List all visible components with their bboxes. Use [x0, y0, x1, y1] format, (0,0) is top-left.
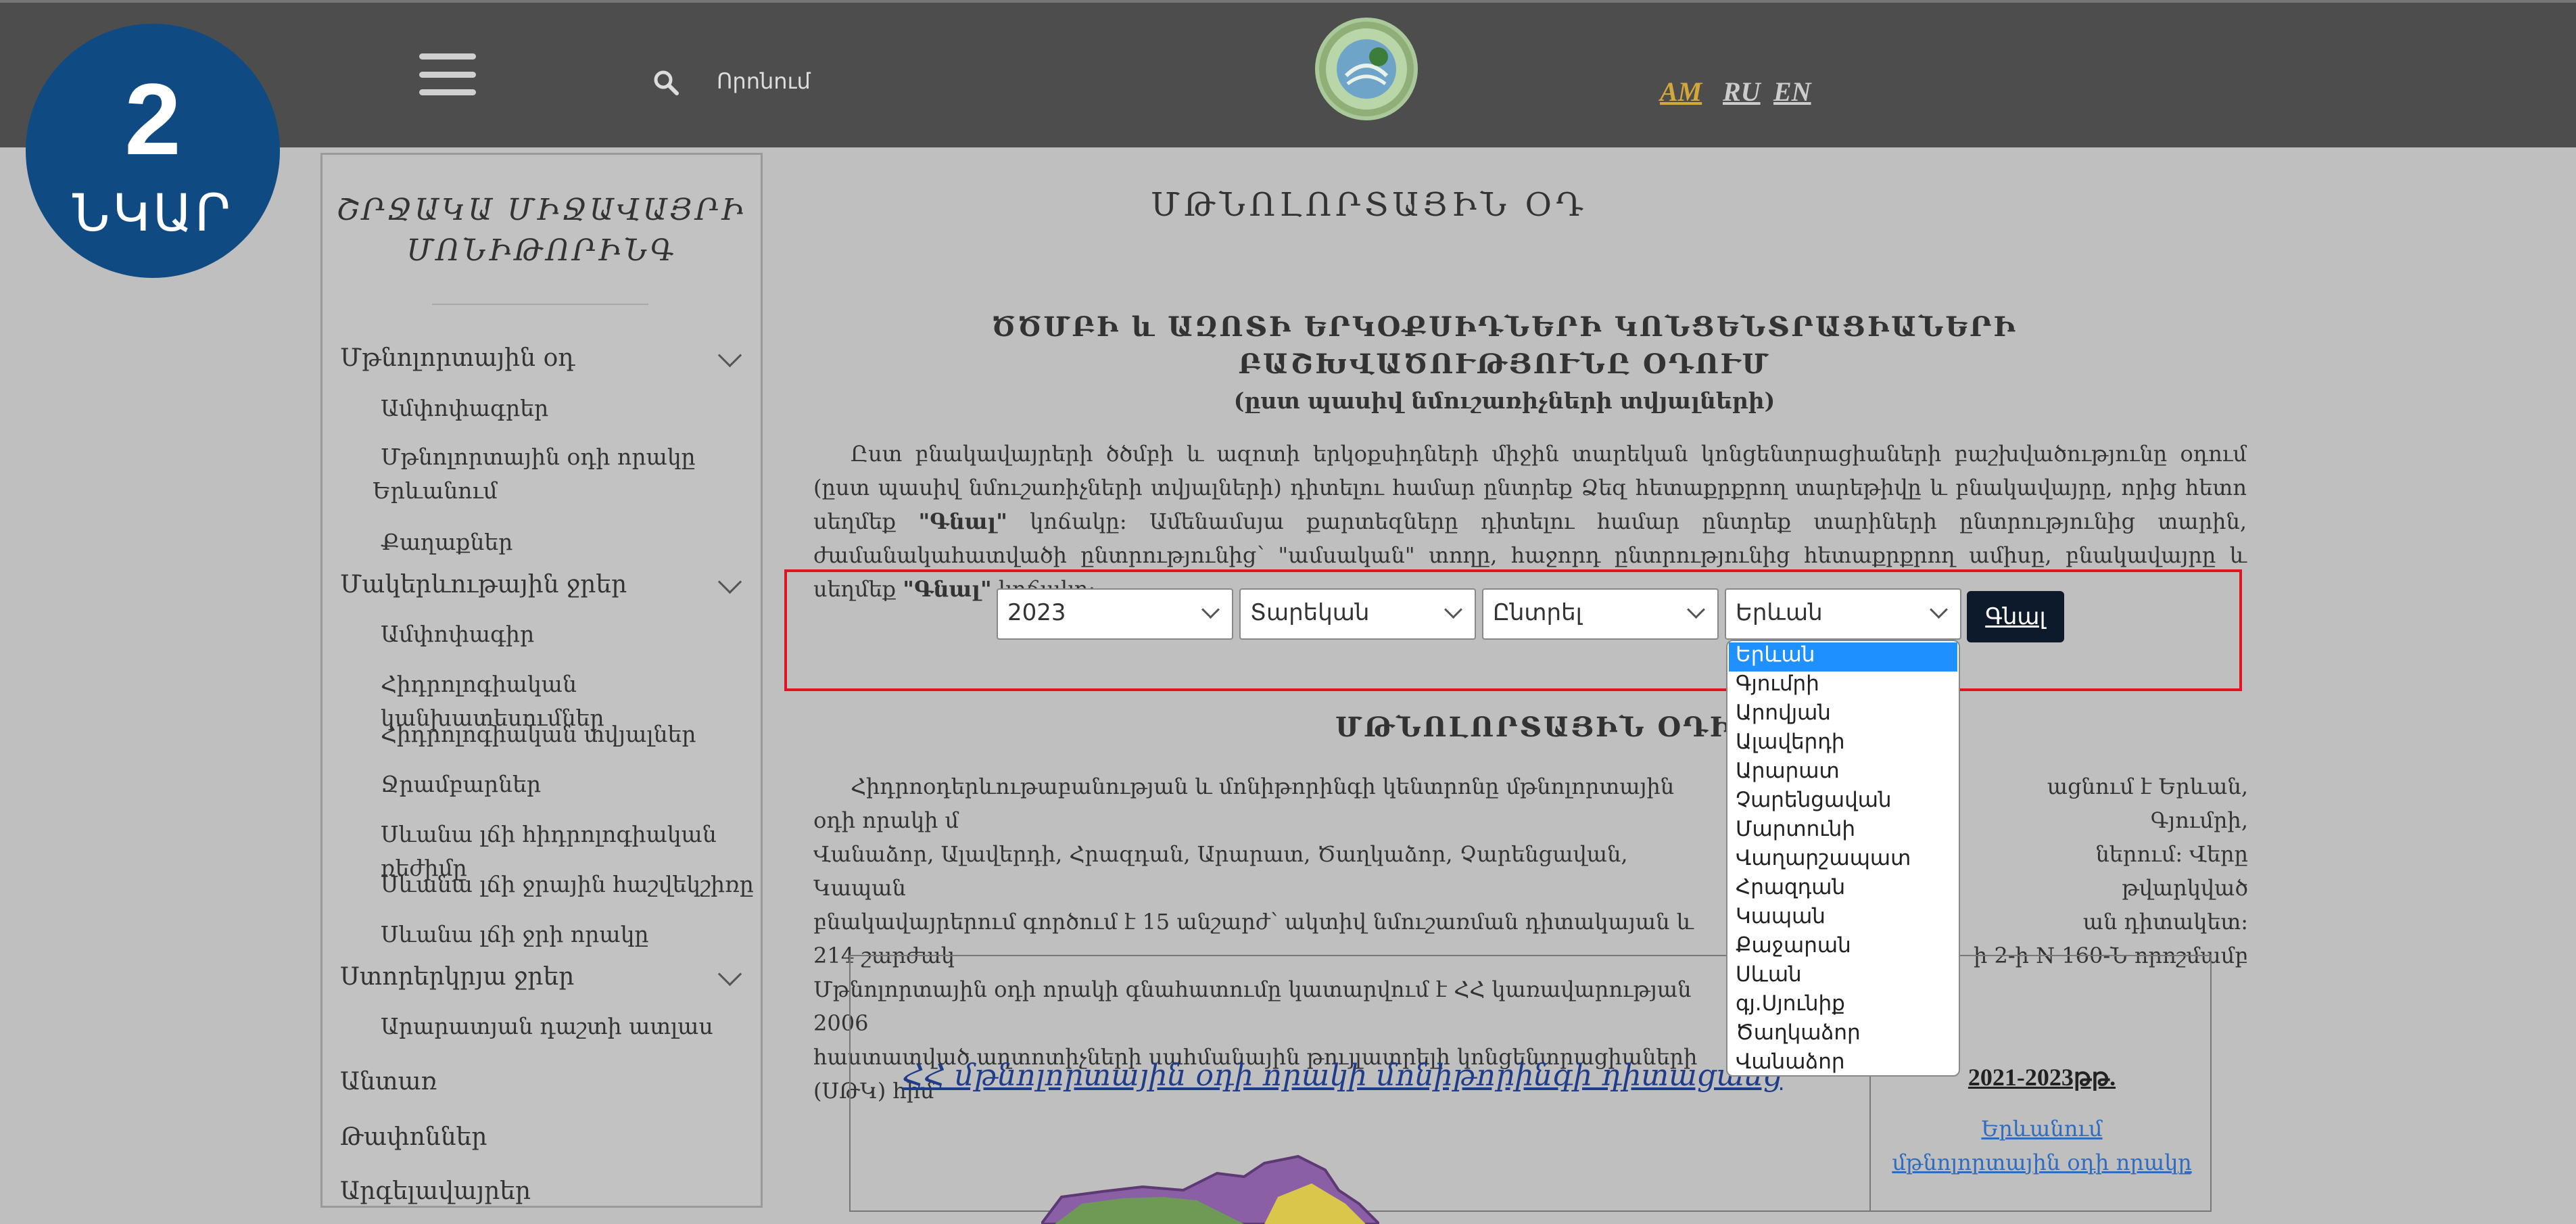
sidebar-title-line1: ՇՐՋԱԿԱ ՄԻՋԱՎԱՅՐԻ: [336, 193, 747, 227]
para2-line1a: Հիդրոօդերևութաբանության և մոնիթորինգի կե…: [813, 774, 1675, 833]
intro-go-ref1: "Գնալ": [918, 509, 1007, 534]
choose-select[interactable]: Ընտրել: [1482, 588, 1719, 640]
sidebar-title-line2: ՄՈՆԻԹՈՐԻՆԳ: [406, 233, 677, 268]
monitoring-network-link[interactable]: ՀՀ մթնոլորտային օդի որակի մոնիթորինգի դի…: [903, 1058, 1782, 1093]
city-option[interactable]: Վաղարշապատ: [1729, 846, 1957, 875]
figure-badge: 2 ՆԿԱՐ: [26, 24, 280, 278]
chevron-down-icon: [1444, 601, 1462, 619]
para2-line1b: ացնում է Երևան, Գյումրի,: [2047, 774, 2248, 833]
sidebar-subitem-sevan-balance[interactable]: Սևանա լճի ջրային հաշվեկշիռը: [381, 868, 754, 901]
sidebar-subitem-air-quality[interactable]: Մթնոլորտային օդի որակը: [381, 440, 696, 474]
city-option[interactable]: Կապան: [1729, 904, 1957, 933]
go-button[interactable]: Գնալ: [1967, 591, 2064, 642]
sidebar-item-forest[interactable]: Անտառ: [340, 1068, 437, 1096]
city-option[interactable]: Արովյան: [1729, 701, 1957, 730]
city-option[interactable]: Վանաձոր: [1729, 1050, 1957, 1075]
sidebar-subitem-summaries[interactable]: Ամփոփագրեր: [381, 392, 548, 425]
city-option[interactable]: Մարտունի: [1729, 817, 1957, 846]
period-select[interactable]: Տարեկան: [1239, 588, 1476, 640]
chevron-down-icon[interactable]: [717, 343, 742, 368]
city-select-value: Երևան: [1736, 599, 1823, 626]
sidebar-subitem-cities[interactable]: Քաղաքներ: [381, 525, 512, 559]
period-select-value: Տարեկան: [1250, 599, 1370, 626]
sidebar-item-waste[interactable]: Թափոններ: [340, 1123, 487, 1151]
badge-number: 2: [124, 62, 181, 176]
city-option[interactable]: Ալավերդի: [1729, 730, 1957, 759]
sidebar-subitem-air-quality-yerevan[interactable]: Երևանում: [373, 474, 498, 508]
lang-ru[interactable]: RU: [1723, 76, 1761, 108]
choose-select-value: Ընտրել: [1493, 599, 1582, 626]
section1-title-line1: ԾԾՄԲԻ և ԱԶՈՏԻ ԵՐԿՕՔՍԻԴՆԵՐԻ ԿՈՆՑԵՆՏՐԱՑԻԱՆ…: [991, 311, 2018, 343]
year-select-value: 2023: [1007, 599, 1066, 626]
city-option[interactable]: Հրազդան: [1729, 875, 1957, 904]
air-quality-paragraph-right: ացնում է Երևան, Գյումրի, ներում: Վերը թվ…: [1964, 770, 2248, 972]
city-option[interactable]: Երևան: [1729, 642, 1957, 672]
lang-en[interactable]: EN: [1773, 76, 1811, 108]
search-icon[interactable]: [652, 69, 679, 96]
armenia-map-image: [1041, 1154, 1379, 1224]
year-select[interactable]: 2023: [997, 588, 1233, 640]
sidebar-item-atmosphere[interactable]: Մթնոլորտային օդ: [340, 344, 575, 372]
chevron-down-icon: [1687, 601, 1705, 619]
sidebar-subitem-summary[interactable]: Ամփոփագիր: [381, 617, 534, 651]
menu-icon[interactable]: [419, 53, 476, 95]
yerevan-air-quality-link-line1[interactable]: Երևանում: [1886, 1116, 2197, 1141]
city-select[interactable]: Երևան: [1725, 588, 1961, 640]
section1-subtitle: (ըստ պասիվ նմուշառիչների տվյալների): [1233, 387, 1775, 414]
para2-line2a: Վանաձոր, Ալավերդի, Հրազդան, Արարատ, Ծաղկ…: [813, 841, 1628, 901]
para2-line3b: ան դիտակետ:: [2082, 909, 2248, 935]
city-option[interactable]: Արարատ: [1729, 759, 1957, 788]
sidebar-item-groundwater[interactable]: Ստորերկրյա ջրեր: [340, 963, 574, 991]
city-dropdown-list[interactable]: Երևան Գյումրի Արովյան Ալավերդի Արարատ Չա…: [1726, 640, 1960, 1077]
badge-text: ՆԿԱՐ: [72, 185, 233, 242]
para2-line2b: ներում: Վերը թվարկված: [2095, 841, 2248, 901]
sidebar-subitem-hydro-data[interactable]: Հիդրոլոգիական տվյալներ: [381, 717, 696, 751]
city-option[interactable]: գյ.Սյունիք: [1729, 991, 1957, 1020]
sidebar-divider: [432, 304, 648, 305]
site-logo[interactable]: [1315, 18, 1418, 120]
chevron-down-icon[interactable]: [717, 962, 742, 987]
site-header: Որոնում AM RU EN: [0, 0, 2576, 147]
page-title: ՄԹՆՈԼՈՐՏԱՅԻՆ ՕԴ: [1150, 186, 1588, 224]
city-option[interactable]: Չարենցավան: [1729, 788, 1957, 817]
yerevan-air-quality-link-line2[interactable]: մթնոլորտային օդի որակը: [1886, 1150, 2197, 1175]
city-option[interactable]: Քաջարան: [1729, 933, 1957, 962]
chevron-down-icon[interactable]: [717, 569, 742, 594]
sidebar-item-surface-water[interactable]: Մակերևութային ջրեր: [340, 571, 627, 598]
section1-title-line2: ԲԱՇԽՎԱԾՈՒԹՅՈՒՆԸ ՕԴՈՒՄ: [1238, 348, 1771, 380]
city-option[interactable]: Սևան: [1729, 962, 1957, 991]
sidebar-title: ՇՐՋԱԿԱ ՄԻՋԱՎԱՅՐԻ ՄՈՆԻԹՈՐԻՆԳ: [323, 190, 761, 271]
sidebar-subitem-sevan-quality[interactable]: Սևանա լճի ջրի որակը: [381, 918, 648, 951]
sidebar: ՇՐՋԱԿԱ ՄԻՋԱՎԱՅՐԻ ՄՈՆԻԹՈՐԻՆԳ Մթնոլորտային…: [320, 153, 763, 1208]
search-input[interactable]: Որոնում: [717, 68, 811, 94]
lang-am[interactable]: AM: [1660, 76, 1702, 108]
city-option[interactable]: Գյումրի: [1729, 672, 1957, 701]
section2-title: ՄԹՆՈԼՈՐՏԱՅԻՆ ՕԴԻ ՈՐԱԿ: [1335, 711, 1847, 743]
city-option[interactable]: Ծաղկաձոր: [1729, 1020, 1957, 1050]
sidebar-subitem-ararat-atlas[interactable]: Արարատյան դաշտի ատլաս: [381, 1010, 713, 1043]
chevron-down-icon: [1201, 601, 1220, 619]
sidebar-item-reserves[interactable]: Արգելավայրեր: [340, 1177, 531, 1205]
chevron-down-icon: [1930, 601, 1948, 619]
sidebar-subitem-reservoirs[interactable]: Ջրամբարներ: [381, 768, 541, 801]
